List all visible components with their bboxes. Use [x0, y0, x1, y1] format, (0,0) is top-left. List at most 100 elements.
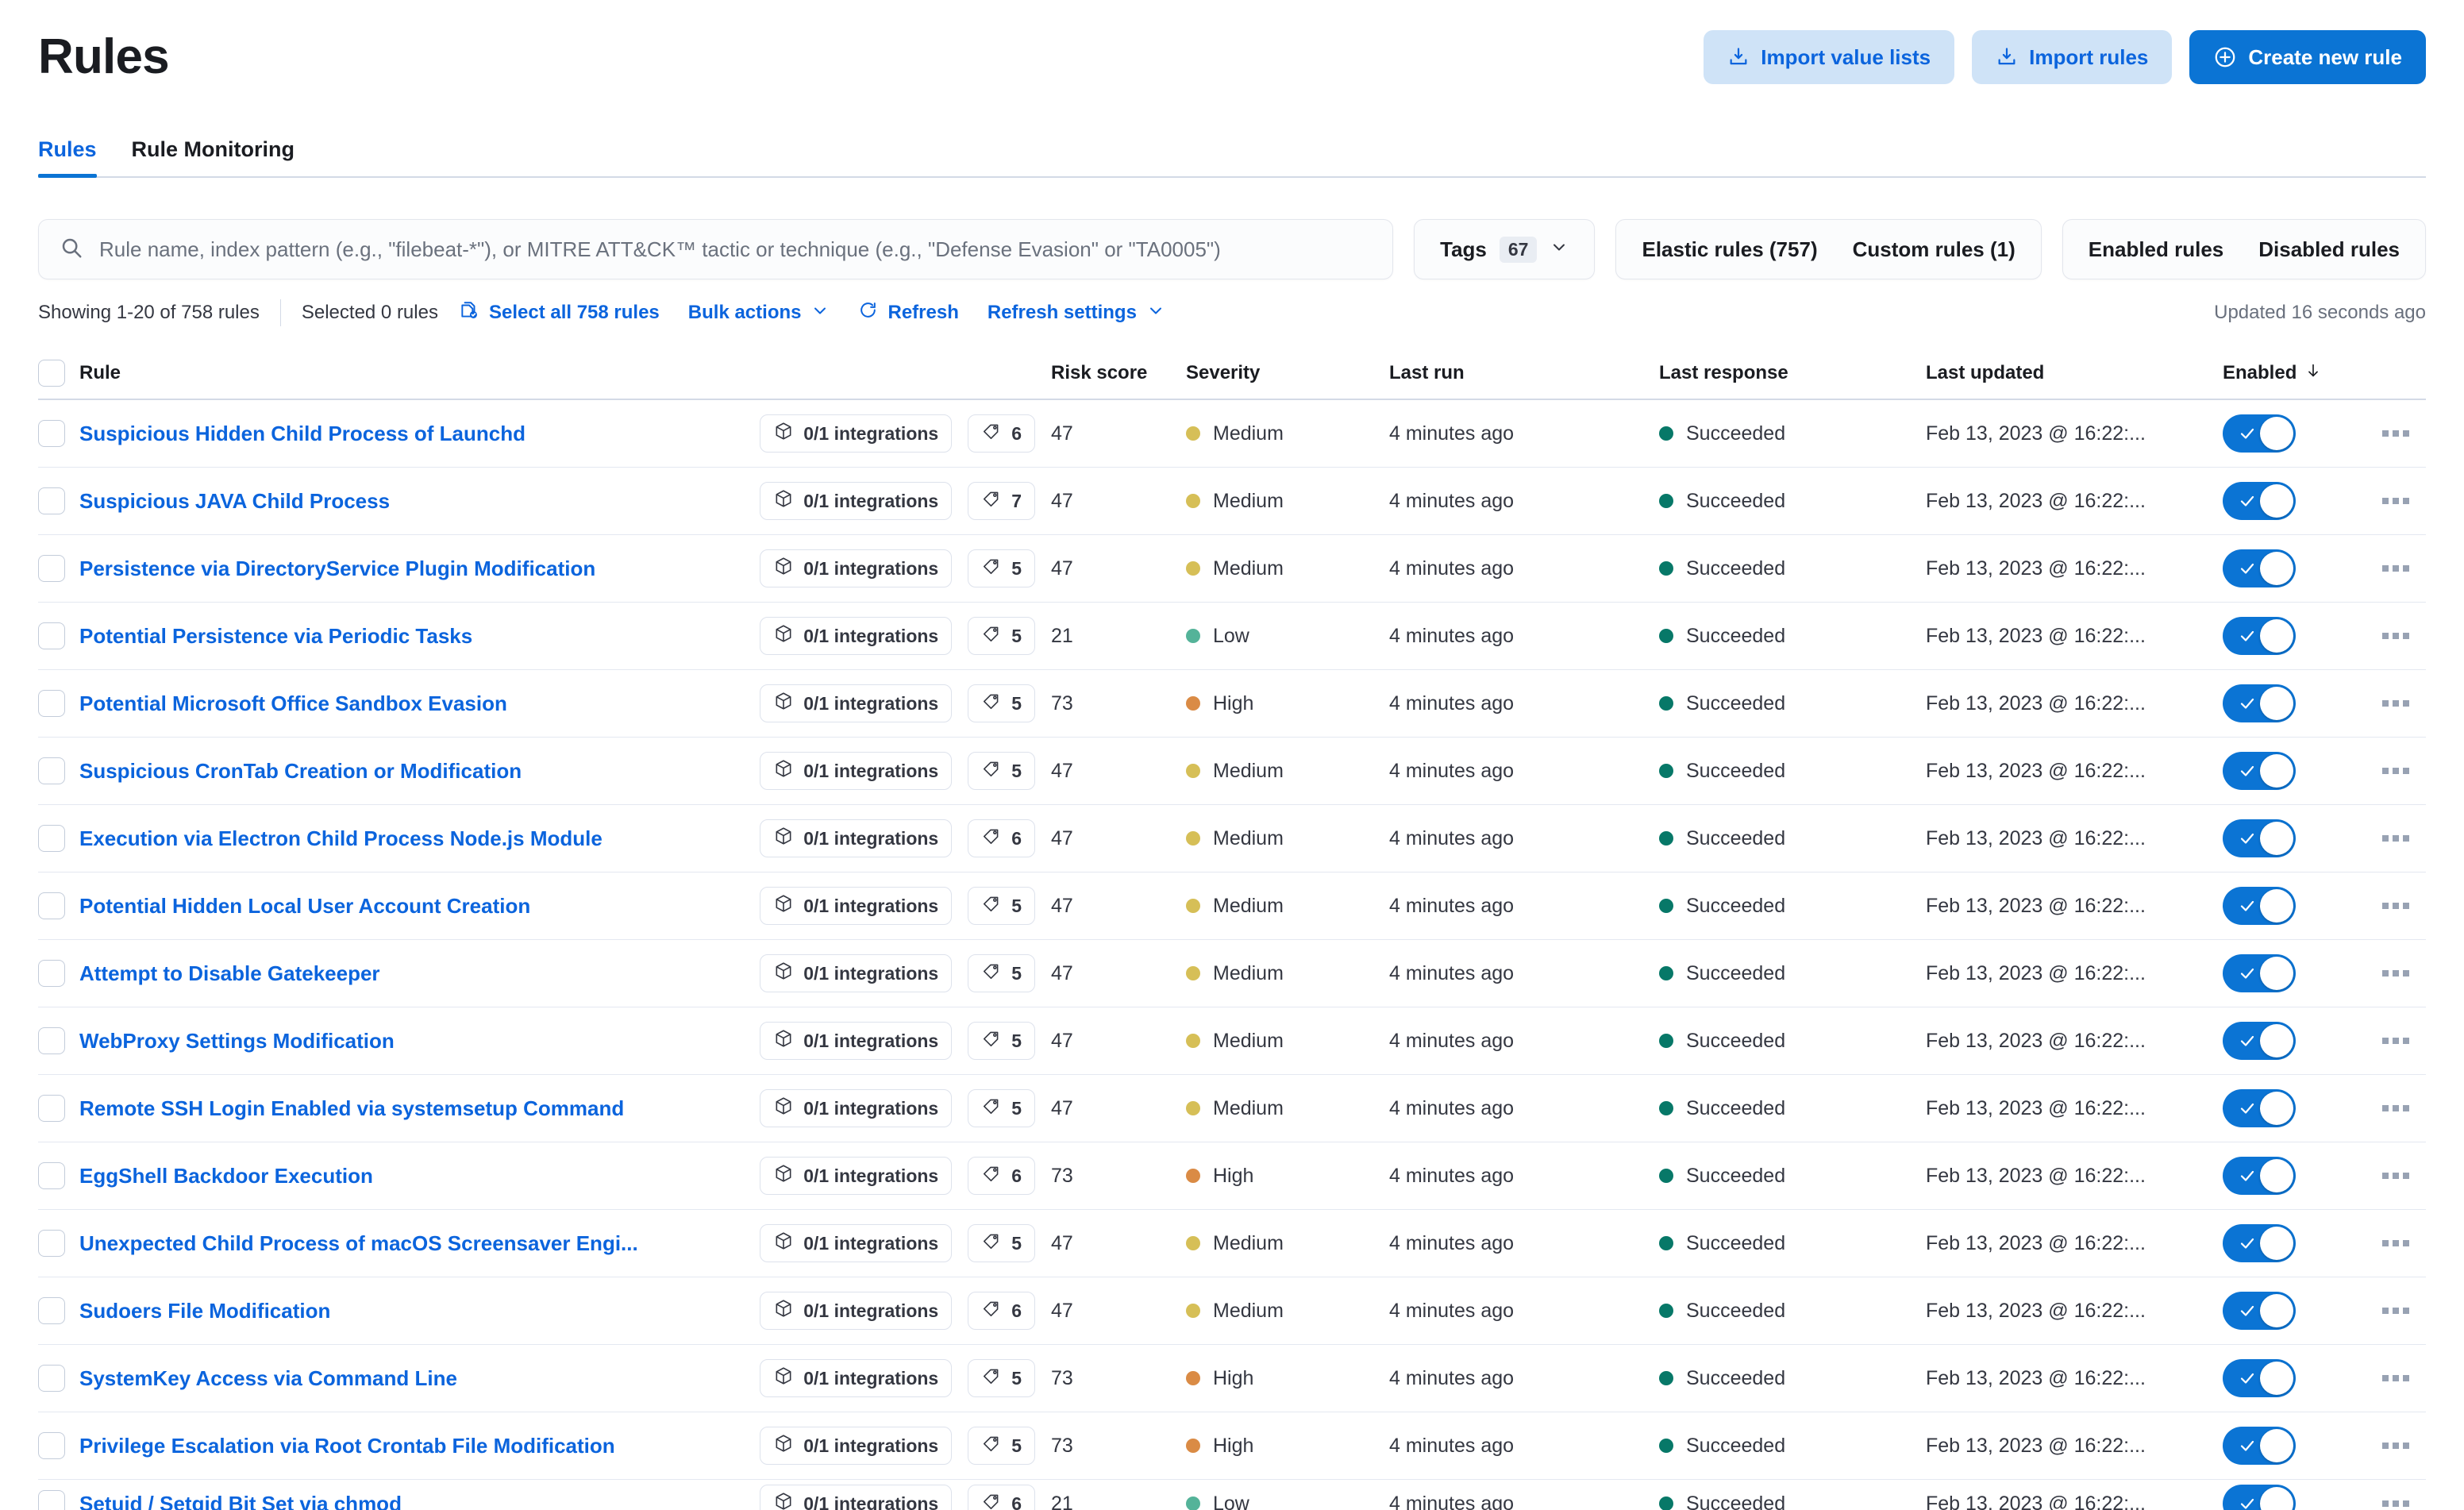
tags-badge[interactable]: 6	[968, 819, 1035, 857]
search-input[interactable]	[99, 237, 1372, 262]
enabled-toggle[interactable]	[2223, 1224, 2296, 1262]
tags-badge[interactable]: 5	[968, 954, 1035, 992]
rule-name-link[interactable]: Setuid / Setgid Bit Set via chmod	[79, 1492, 402, 1510]
select-all-checkbox[interactable]	[38, 360, 65, 387]
row-actions-menu-icon[interactable]	[2377, 1232, 2414, 1254]
integrations-badge[interactable]: 0/1 integrations	[760, 1427, 952, 1465]
tags-badge[interactable]: 5	[968, 1359, 1035, 1397]
tags-badge[interactable]: 5	[968, 617, 1035, 655]
filter-enabled-rules[interactable]: Enabled rules	[2071, 220, 2242, 279]
table-row[interactable]: Suspicious JAVA Child Process0/1 integra…	[38, 468, 2426, 535]
row-actions-menu-icon[interactable]	[2377, 895, 2414, 917]
enabled-toggle[interactable]	[2223, 1292, 2296, 1330]
tags-badge[interactable]: 5	[968, 684, 1035, 722]
table-row[interactable]: Unexpected Child Process of macOS Screen…	[38, 1210, 2426, 1277]
row-checkbox[interactable]	[38, 1490, 65, 1510]
rule-name-link[interactable]: Sudoers File Modification	[79, 1299, 330, 1323]
integrations-badge[interactable]: 0/1 integrations	[760, 684, 952, 722]
search-box[interactable]	[38, 219, 1393, 279]
column-header-rule[interactable]: Rule	[79, 362, 1051, 384]
tags-badge[interactable]: 6	[968, 414, 1035, 453]
row-actions-menu-icon[interactable]	[2377, 625, 2414, 647]
row-actions-menu-icon[interactable]	[2377, 692, 2414, 715]
row-checkbox[interactable]	[38, 1365, 65, 1392]
rule-name-link[interactable]: Execution via Electron Child Process Nod…	[79, 826, 603, 851]
column-header-enabled[interactable]: Enabled	[2223, 362, 2366, 385]
row-checkbox[interactable]	[38, 960, 65, 987]
tab-rule-monitoring[interactable]: Rule Monitoring	[132, 137, 295, 176]
table-row[interactable]: Privilege Escalation via Root Crontab Fi…	[38, 1412, 2426, 1480]
row-actions-menu-icon[interactable]	[2377, 1030, 2414, 1052]
tags-badge[interactable]: 5	[968, 752, 1035, 790]
tags-badge[interactable]: 5	[968, 1089, 1035, 1127]
row-actions-menu-icon[interactable]	[2377, 1367, 2414, 1389]
rule-name-link[interactable]: Unexpected Child Process of macOS Screen…	[79, 1231, 638, 1256]
rule-name-link[interactable]: EggShell Backdoor Execution	[79, 1164, 373, 1188]
table-row[interactable]: Attempt to Disable Gatekeeper0/1 integra…	[38, 940, 2426, 1007]
rule-name-link[interactable]: Potential Microsoft Office Sandbox Evasi…	[79, 691, 507, 716]
enabled-toggle[interactable]	[2223, 617, 2296, 655]
table-row[interactable]: Execution via Electron Child Process Nod…	[38, 805, 2426, 872]
enabled-toggle[interactable]	[2223, 1157, 2296, 1195]
rule-name-link[interactable]: Privilege Escalation via Root Crontab Fi…	[79, 1434, 615, 1458]
enabled-toggle[interactable]	[2223, 1359, 2296, 1397]
tags-badge[interactable]: 6	[968, 1485, 1035, 1510]
row-checkbox[interactable]	[38, 1162, 65, 1189]
row-actions-menu-icon[interactable]	[2377, 1493, 2414, 1510]
tab-rules[interactable]: Rules	[38, 137, 97, 176]
table-row[interactable]: Persistence via DirectoryService Plugin …	[38, 535, 2426, 603]
import-value-lists-button[interactable]: Import value lists	[1704, 30, 1954, 84]
rule-name-link[interactable]: Attempt to Disable Gatekeeper	[79, 961, 380, 986]
enabled-toggle[interactable]	[2223, 1022, 2296, 1060]
tags-badge[interactable]: 7	[968, 482, 1035, 520]
rule-name-link[interactable]: Potential Hidden Local User Account Crea…	[79, 894, 530, 919]
integrations-badge[interactable]: 0/1 integrations	[760, 1022, 952, 1060]
row-checkbox[interactable]	[38, 1230, 65, 1257]
integrations-badge[interactable]: 0/1 integrations	[760, 887, 952, 925]
enabled-toggle[interactable]	[2223, 1427, 2296, 1465]
table-row[interactable]: Setuid / Setgid Bit Set via chmod0/1 int…	[38, 1480, 2426, 1510]
rule-name-link[interactable]: Potential Persistence via Periodic Tasks	[79, 624, 472, 649]
tags-badge[interactable]: 5	[968, 887, 1035, 925]
enabled-toggle[interactable]	[2223, 819, 2296, 857]
enabled-toggle[interactable]	[2223, 684, 2296, 722]
integrations-badge[interactable]: 0/1 integrations	[760, 1157, 952, 1195]
row-actions-menu-icon[interactable]	[2377, 1097, 2414, 1119]
row-actions-menu-icon[interactable]	[2377, 827, 2414, 849]
row-checkbox[interactable]	[38, 420, 65, 447]
enabled-toggle[interactable]	[2223, 482, 2296, 520]
integrations-badge[interactable]: 0/1 integrations	[760, 1359, 952, 1397]
integrations-badge[interactable]: 0/1 integrations	[760, 549, 952, 587]
enabled-toggle[interactable]	[2223, 1089, 2296, 1127]
filter-custom-rules[interactable]: Custom rules (1)	[1835, 220, 2033, 279]
row-checkbox[interactable]	[38, 892, 65, 919]
enabled-toggle[interactable]	[2223, 414, 2296, 453]
select-all-rules-button[interactable]: Select all 758 rules	[459, 300, 660, 326]
rule-name-link[interactable]: Persistence via DirectoryService Plugin …	[79, 557, 595, 581]
column-header-severity[interactable]: Severity	[1186, 362, 1389, 384]
column-header-last-run[interactable]: Last run	[1389, 362, 1659, 384]
row-checkbox[interactable]	[38, 825, 65, 852]
table-row[interactable]: Remote SSH Login Enabled via systemsetup…	[38, 1075, 2426, 1142]
column-header-last-response[interactable]: Last response	[1659, 362, 1926, 384]
enabled-toggle[interactable]	[2223, 549, 2296, 587]
table-row[interactable]: SystemKey Access via Command Line0/1 int…	[38, 1345, 2426, 1412]
row-checkbox[interactable]	[38, 1297, 65, 1324]
enabled-toggle[interactable]	[2223, 954, 2296, 992]
row-actions-menu-icon[interactable]	[2377, 490, 2414, 512]
table-row[interactable]: Suspicious CronTab Creation or Modificat…	[38, 738, 2426, 805]
tags-filter-button[interactable]: Tags 67	[1423, 220, 1586, 279]
integrations-badge[interactable]: 0/1 integrations	[760, 819, 952, 857]
column-header-risk-score[interactable]: Risk score	[1051, 362, 1186, 384]
filter-disabled-rules[interactable]: Disabled rules	[2241, 220, 2417, 279]
integrations-badge[interactable]: 0/1 integrations	[760, 414, 952, 453]
tags-badge[interactable]: 5	[968, 1022, 1035, 1060]
row-checkbox[interactable]	[38, 757, 65, 784]
tags-badge[interactable]: 6	[968, 1292, 1035, 1330]
row-actions-menu-icon[interactable]	[2377, 422, 2414, 445]
bulk-actions-button[interactable]: Bulk actions	[688, 301, 830, 325]
column-header-last-updated[interactable]: Last updated	[1926, 362, 2223, 384]
row-actions-menu-icon[interactable]	[2377, 962, 2414, 984]
refresh-settings-button[interactable]: Refresh settings	[988, 301, 1165, 325]
table-row[interactable]: WebProxy Settings Modification0/1 integr…	[38, 1007, 2426, 1075]
